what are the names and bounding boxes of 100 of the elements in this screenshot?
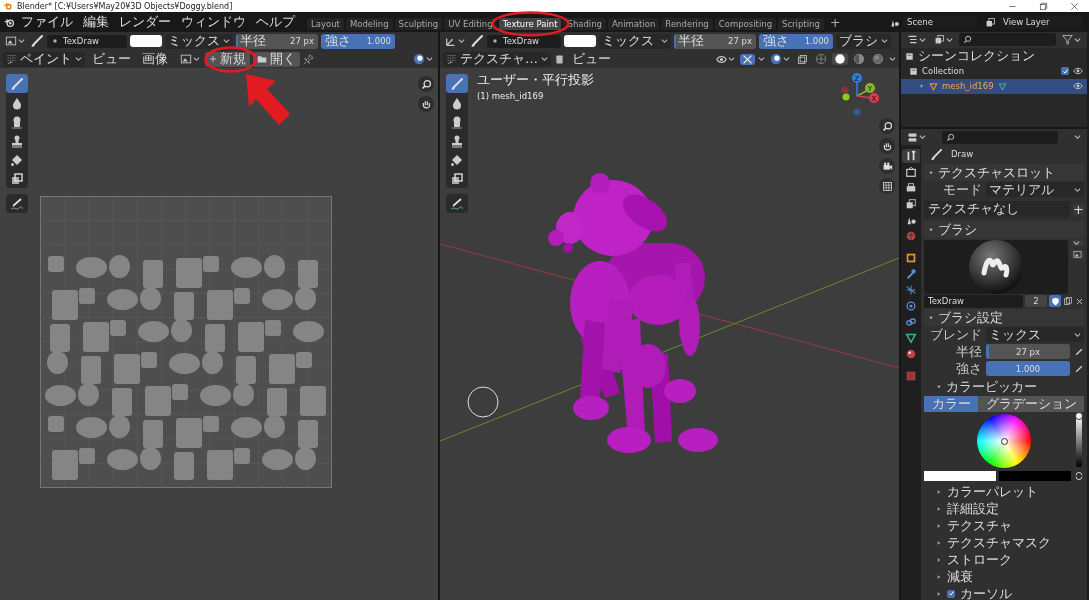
expand-arrow-icon bbox=[936, 539, 942, 546]
mode-dropdown[interactable]: ペイント bbox=[3, 51, 85, 67]
options-button[interactable] bbox=[1072, 134, 1083, 140]
color-swatch[interactable] bbox=[130, 35, 162, 47]
subpanel-header[interactable]: 減衰 bbox=[924, 568, 1084, 585]
picker-tab[interactable]: カラー bbox=[924, 396, 978, 412]
user-count[interactable]: 2 bbox=[1025, 295, 1047, 307]
menu-item[interactable]: ヘルプ bbox=[252, 13, 299, 31]
slider-handle[interactable] bbox=[1075, 412, 1083, 420]
overlay-button[interactable] bbox=[411, 53, 435, 65]
workspace-tab[interactable]: UV Editing bbox=[444, 17, 497, 30]
brush-preview[interactable] bbox=[924, 240, 1068, 294]
visibility-button[interactable] bbox=[714, 53, 737, 65]
tool-button[interactable] bbox=[446, 74, 468, 93]
workspace-tab[interactable]: Scripting bbox=[778, 17, 824, 30]
subpanel-header[interactable]: テクスチャマスク bbox=[924, 534, 1084, 551]
strength-slider[interactable]: 強さ 1.000 bbox=[759, 33, 833, 49]
radius-slider[interactable]: 27 px bbox=[986, 344, 1070, 359]
outliner-row[interactable]: Collection bbox=[901, 63, 1087, 79]
menu-item[interactable]: ビュー bbox=[568, 50, 615, 68]
restore-button[interactable] bbox=[1039, 1, 1048, 11]
checkbox[interactable] bbox=[1061, 67, 1069, 76]
outliner-row[interactable]: mesh_id169 bbox=[901, 78, 1087, 94]
workspace-tab[interactable]: Rendering bbox=[661, 17, 713, 30]
panel-header[interactable]: テクスチャスロット bbox=[924, 164, 1084, 181]
grid-button[interactable] bbox=[879, 178, 895, 194]
expand-arrow-icon bbox=[936, 488, 942, 495]
secondary-color-swatch[interactable] bbox=[999, 471, 1071, 481]
color-wheel[interactable] bbox=[977, 414, 1031, 468]
subpanel-header[interactable]: テクスチャ bbox=[924, 517, 1084, 534]
brush-field[interactable]: TexDraw bbox=[47, 34, 127, 48]
subpanel-header[interactable]: ストローク bbox=[924, 551, 1084, 568]
add-slot-button[interactable]: + bbox=[1073, 203, 1084, 215]
workspace-tab[interactable]: Modeling bbox=[345, 17, 393, 30]
shading-button[interactable] bbox=[832, 53, 848, 65]
brush-dropdown[interactable]: ブラシ bbox=[836, 33, 891, 49]
folder-icon bbox=[257, 54, 267, 64]
menu-item[interactable]: レンダー bbox=[115, 13, 175, 31]
image-browse-button[interactable] bbox=[178, 53, 202, 65]
menu-item[interactable]: ファイル bbox=[17, 13, 77, 31]
overlay-button[interactable] bbox=[768, 53, 792, 65]
zoom-button[interactable] bbox=[418, 76, 434, 92]
color-swatch[interactable] bbox=[564, 35, 596, 47]
panel-header[interactable]: ブラシ設定 bbox=[924, 309, 1084, 326]
xray-button[interactable] bbox=[795, 53, 810, 65]
view-layer-field[interactable]: View Layer bbox=[999, 15, 1083, 29]
gizmo-button[interactable] bbox=[740, 53, 755, 65]
properties-tab[interactable] bbox=[902, 149, 920, 163]
pan-button[interactable] bbox=[418, 96, 434, 112]
picker-tab[interactable]: グラデーション bbox=[978, 396, 1084, 412]
half-sphere-icon bbox=[853, 53, 865, 65]
workspace-tab[interactable]: Animation bbox=[608, 17, 660, 30]
zoom-button[interactable] bbox=[879, 118, 895, 134]
custom-icon-button[interactable] bbox=[1071, 250, 1084, 259]
menu-item[interactable]: ウィンドウ bbox=[177, 13, 250, 31]
brush-menu-button[interactable] bbox=[1071, 240, 1084, 246]
fake-user-button[interactable] bbox=[1049, 295, 1061, 307]
close-button[interactable] bbox=[1070, 1, 1079, 11]
squares-icon bbox=[10, 171, 24, 186]
blend-dropdown[interactable]: ミックス bbox=[599, 33, 671, 49]
scene-field[interactable]: Scene bbox=[903, 15, 977, 29]
panel-header[interactable]: ブラシ bbox=[924, 221, 1084, 238]
checkbox[interactable] bbox=[947, 589, 955, 598]
menu-item[interactable]: 画像 bbox=[138, 50, 172, 68]
strength-slider[interactable]: 1.000 bbox=[986, 361, 1070, 376]
editor-type-button[interactable] bbox=[3, 35, 27, 47]
workspace-tab[interactable]: Compositing bbox=[714, 17, 777, 30]
radius-slider[interactable]: 半径 27 px bbox=[674, 33, 756, 49]
smudge-icon bbox=[450, 114, 464, 129]
subpanel-header[interactable]: カーソル bbox=[924, 585, 1084, 600]
new-image-button[interactable]: 新規 bbox=[205, 51, 250, 67]
mode-dropdown[interactable]: マテリアル bbox=[986, 182, 1084, 197]
filter-button[interactable] bbox=[1060, 34, 1083, 46]
blend-dropdown[interactable]: ミックス bbox=[165, 33, 233, 49]
editor-type-button[interactable] bbox=[443, 35, 467, 47]
pan-button[interactable] bbox=[879, 138, 895, 154]
primary-color-swatch[interactable] bbox=[924, 471, 996, 481]
menu-item[interactable]: ビュー bbox=[88, 50, 135, 68]
blend-dropdown[interactable]: ミックス bbox=[986, 327, 1084, 342]
search-field[interactable] bbox=[959, 33, 1056, 47]
workspace-tab[interactable]: Texture Paint bbox=[498, 17, 562, 30]
add-workspace-button[interactable]: + bbox=[825, 14, 845, 30]
brush-field[interactable]: TexDraw bbox=[487, 34, 561, 48]
camera-button[interactable] bbox=[879, 158, 895, 174]
subpanel-header[interactable]: カラーパレット bbox=[924, 483, 1084, 500]
value-slider[interactable] bbox=[1076, 415, 1082, 467]
subpanel-header[interactable]: 詳細設定 bbox=[924, 500, 1084, 517]
radius-slider[interactable]: 半径 27 px bbox=[236, 33, 318, 49]
checker-icon bbox=[905, 370, 917, 382]
outliner-row[interactable]: シーンコレクション bbox=[901, 48, 1087, 64]
workspace-tab[interactable]: Sculpting bbox=[394, 17, 443, 30]
workspace-tab[interactable]: Layout bbox=[307, 17, 344, 30]
mode-dropdown[interactable]: テクスチャ… bbox=[443, 51, 551, 67]
tool-button[interactable] bbox=[6, 74, 28, 93]
search-field[interactable] bbox=[942, 130, 1058, 144]
strength-slider[interactable]: 強さ 1.000 bbox=[321, 33, 395, 49]
open-image-button[interactable]: 開く bbox=[253, 51, 300, 67]
brush-name-field[interactable]: TexDraw bbox=[924, 294, 1023, 308]
texture-slot-list[interactable]: テクスチャなし bbox=[924, 200, 1070, 218]
menu-item[interactable]: 編集 bbox=[79, 13, 113, 31]
